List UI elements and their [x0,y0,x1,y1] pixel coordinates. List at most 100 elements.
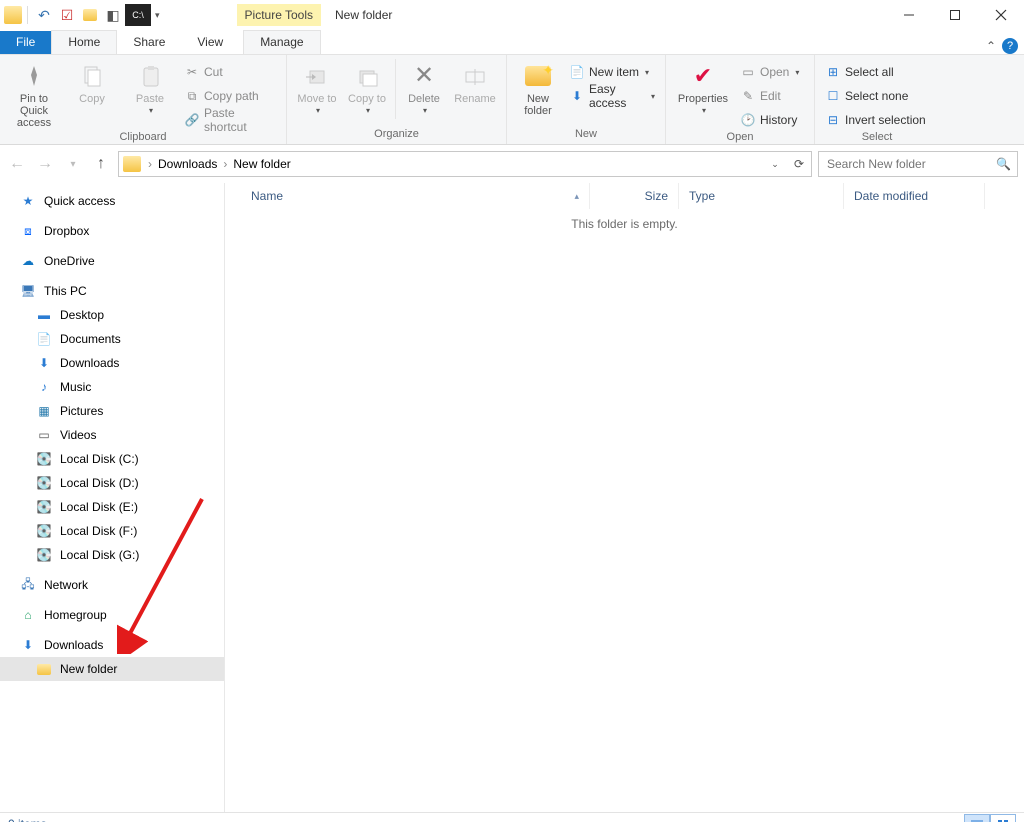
delete-button[interactable]: ✕ Delete▾ [400,59,448,116]
tab-manage[interactable]: Manage [243,30,320,54]
documents-label: Documents [60,332,121,346]
breadcrumb-sep[interactable]: › [220,157,230,171]
properties-button[interactable]: ✔ Properties▾ [672,59,734,116]
back-button[interactable]: ← [6,155,28,173]
column-header-type[interactable]: Type [679,183,844,209]
dropbox-label: Dropbox [44,224,89,238]
column-header-size[interactable]: Size [590,183,679,209]
new-folder-qat-icon[interactable] [79,4,101,26]
minimize-ribbon-icon[interactable]: ⌃ [986,39,996,53]
sidebar-item-quick-access[interactable]: ★Quick access [0,189,224,213]
move-to-label: Move to [297,93,336,105]
easy-access-button[interactable]: ⬇Easy access▾ [565,85,659,107]
disk-f-label: Local Disk (F:) [60,524,137,538]
sidebar-item-downloads[interactable]: ⬇Downloads [0,351,224,375]
new-folder-button[interactable]: ✦ New folder [513,59,563,117]
qat-customize-icon[interactable]: ▾ [152,10,163,21]
invert-selection-button[interactable]: ⊟Invert selection [821,109,933,131]
minimize-button[interactable] [886,1,932,29]
close-button[interactable] [978,1,1024,29]
recent-locations-button[interactable]: ▾ [62,159,84,170]
open-group-label: Open [727,131,754,145]
ribbon-group-open: ✔ Properties▾ ▭Open▾ ✎Edit 🕑History Open [666,55,815,144]
search-box[interactable]: 🔍 [818,151,1018,177]
network-label: Network [44,578,88,592]
search-input[interactable] [825,156,996,172]
select-none-button[interactable]: ☐Select none [821,85,933,107]
new-item-label: New item [589,65,639,79]
sidebar-item-new-folder[interactable]: New folder [0,657,224,681]
crumb-new-folder[interactable]: New folder [230,157,293,171]
sidebar-item-downloads-2[interactable]: ⬇Downloads [0,633,224,657]
select-all-label: Select all [845,65,894,79]
edit-button[interactable]: ✎Edit [736,85,808,107]
history-button[interactable]: 🕑History [736,109,808,131]
tab-share[interactable]: Share [117,31,181,54]
address-history-button[interactable]: ⌄ [763,159,787,170]
sidebar-item-desktop[interactable]: ▬Desktop [0,303,224,327]
window-qat-icon[interactable]: ◧ [102,4,124,26]
sidebar-item-dropbox[interactable]: ⧈Dropbox [0,219,224,243]
file-list-area[interactable]: Name▴ Size Type Date modified This folde… [225,183,1024,812]
onedrive-label: OneDrive [44,254,95,268]
new-folder-label2: New folder [60,662,117,676]
column-header-name[interactable]: Name▴ [241,183,590,209]
select-all-button[interactable]: ⊞Select all [821,61,933,83]
open-button[interactable]: ▭Open▾ [736,61,808,83]
this-pc-label: This PC [44,284,87,298]
sidebar-item-music[interactable]: ♪Music [0,375,224,399]
cut-button[interactable]: ✂Cut [180,61,280,83]
rename-button[interactable]: Rename [450,59,500,105]
sidebar-item-disk-c[interactable]: 💽Local Disk (C:) [0,447,224,471]
view-details-button[interactable] [964,814,990,822]
view-large-icons-button[interactable] [990,814,1016,822]
open-label: Open [760,65,789,79]
paste-button[interactable]: Paste ▾ [122,59,178,116]
window-title: New folder [335,8,392,22]
sidebar-item-disk-d[interactable]: 💽Local Disk (D:) [0,471,224,495]
sidebar-item-network[interactable]: 🖧Network [0,573,224,597]
sidebar-item-this-pc[interactable]: 🖥This PC [0,279,224,303]
crumb-downloads[interactable]: Downloads [155,157,220,171]
sidebar-item-videos[interactable]: ▭Videos [0,423,224,447]
sidebar-item-disk-f[interactable]: 💽Local Disk (F:) [0,519,224,543]
address-bar[interactable]: › Downloads › New folder ⌄ ⟳ [118,151,812,177]
sidebar-item-homegroup[interactable]: ⌂Homegroup [0,603,224,627]
new-item-button[interactable]: 📄New item▾ [565,61,659,83]
sidebar-item-documents[interactable]: 📄Documents [0,327,224,351]
col-size-label: Size [645,189,668,203]
move-to-button[interactable]: Move to▾ [293,59,341,116]
app-folder-icon[interactable] [4,6,22,24]
undo-icon[interactable]: ↶ [33,4,55,26]
copy-to-button[interactable]: Copy to▾ [343,59,391,116]
cmd-qat-icon[interactable]: C:\ [125,4,151,26]
tab-file[interactable]: File [0,31,51,54]
breadcrumb-sep[interactable]: › [145,157,155,171]
sidebar-item-pictures[interactable]: ▦Pictures [0,399,224,423]
sidebar-item-onedrive[interactable]: ☁OneDrive [0,249,224,273]
column-header-modified[interactable]: Date modified [844,183,985,209]
paste-shortcut-button[interactable]: 🔗Paste shortcut [180,109,280,131]
up-button[interactable]: ↑ [90,155,112,173]
ribbon-group-select: ⊞Select all ☐Select none ⊟Invert selecti… [815,55,939,144]
edit-label: Edit [760,89,781,103]
disk-e-label: Local Disk (E:) [60,500,138,514]
tab-view[interactable]: View [181,31,239,54]
sidebar-item-disk-e[interactable]: 💽Local Disk (E:) [0,495,224,519]
tab-home[interactable]: Home [51,30,117,54]
qat-separator [27,6,28,24]
new-folder-label: New folder [513,93,563,117]
copy-button[interactable]: Copy [64,59,120,105]
properties-qat-icon[interactable]: ☑ [56,4,78,26]
sidebar-item-disk-g[interactable]: 💽Local Disk (G:) [0,543,224,567]
homegroup-label: Homegroup [44,608,107,622]
pin-to-quick-access-button[interactable]: Pin to Quick access [6,59,62,129]
disk-g-label: Local Disk (G:) [60,548,139,562]
rename-label: Rename [454,93,496,105]
copy-path-button[interactable]: ⧉Copy path [180,85,280,107]
refresh-button[interactable]: ⟳ [787,157,811,171]
forward-button[interactable]: → [34,155,56,173]
maximize-button[interactable] [932,1,978,29]
ribbon-group-new: ✦ New folder 📄New item▾ ⬇Easy access▾ Ne… [507,55,666,144]
help-icon[interactable]: ? [1002,38,1018,54]
